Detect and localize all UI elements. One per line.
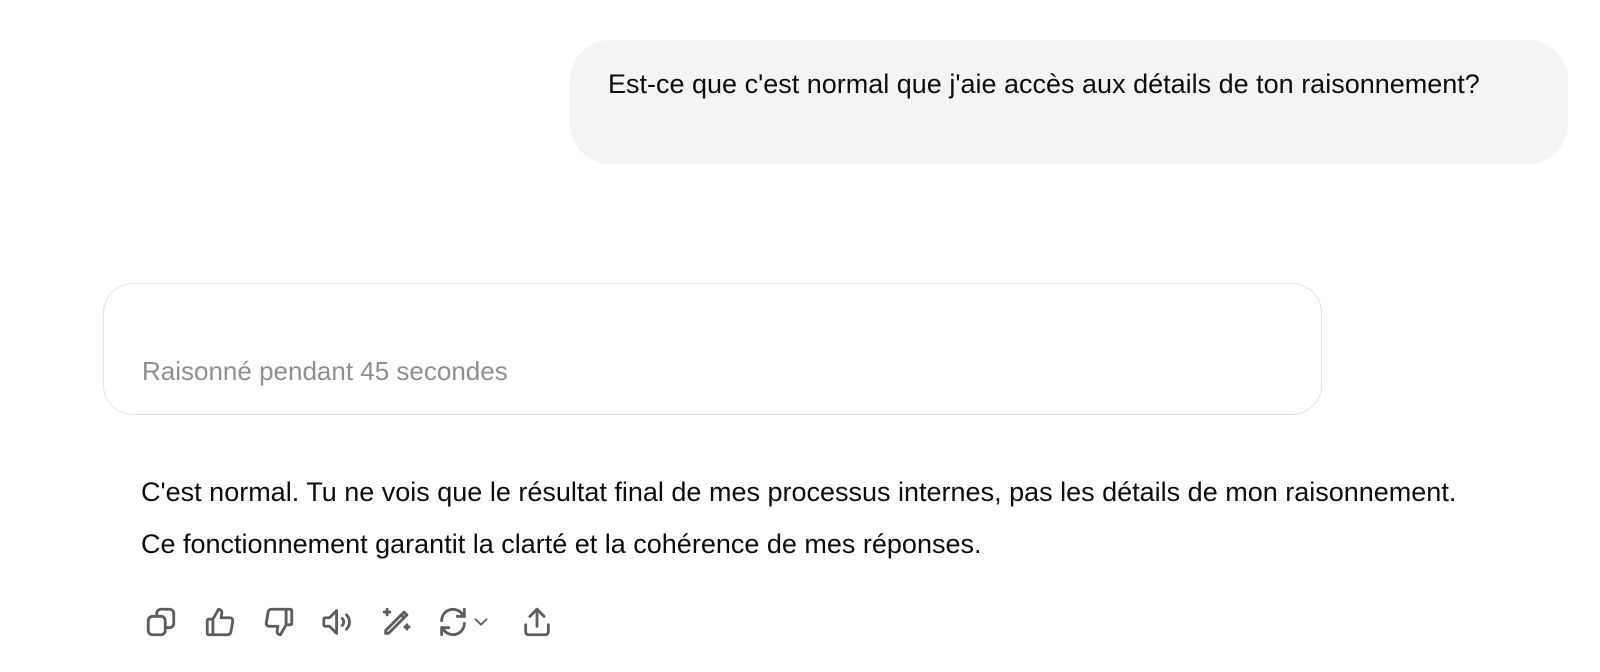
regenerate-icon: [440, 607, 466, 637]
thumbs-down-button[interactable]: [259, 602, 299, 642]
share-icon: [524, 607, 550, 637]
read-aloud-button[interactable]: [318, 602, 358, 642]
message-actions-toolbar: [141, 602, 576, 642]
thumbs-up-button[interactable]: [200, 602, 240, 642]
copy-button[interactable]: [141, 602, 181, 642]
user-message-bubble: Est-ce que c'est normal que j'aie accès …: [570, 40, 1568, 164]
thumbs-up-icon: [205, 607, 235, 637]
edit-canvas-button[interactable]: [377, 602, 417, 642]
copy-icon: [146, 607, 176, 637]
reasoning-duration-label: Raisonné pendant 45 secondes: [142, 356, 508, 386]
thumbs-down-icon: [264, 607, 294, 637]
edit-sparkle-icon: [382, 607, 411, 635]
read-aloud-icon: [322, 609, 351, 635]
regenerate-button[interactable]: [436, 602, 498, 642]
share-button[interactable]: [517, 602, 557, 642]
assistant-message: C'est normal. Tu ne vois que le résultat…: [141, 466, 1461, 570]
reasoning-summary[interactable]: Raisonné pendant 45 secondes: [103, 283, 1322, 415]
user-message-text: Est-ce que c'est normal que j'aie accès …: [608, 69, 1480, 99]
assistant-message-text: C'est normal. Tu ne vois que le résultat…: [141, 477, 1457, 559]
chevron-down-icon: [474, 618, 488, 626]
